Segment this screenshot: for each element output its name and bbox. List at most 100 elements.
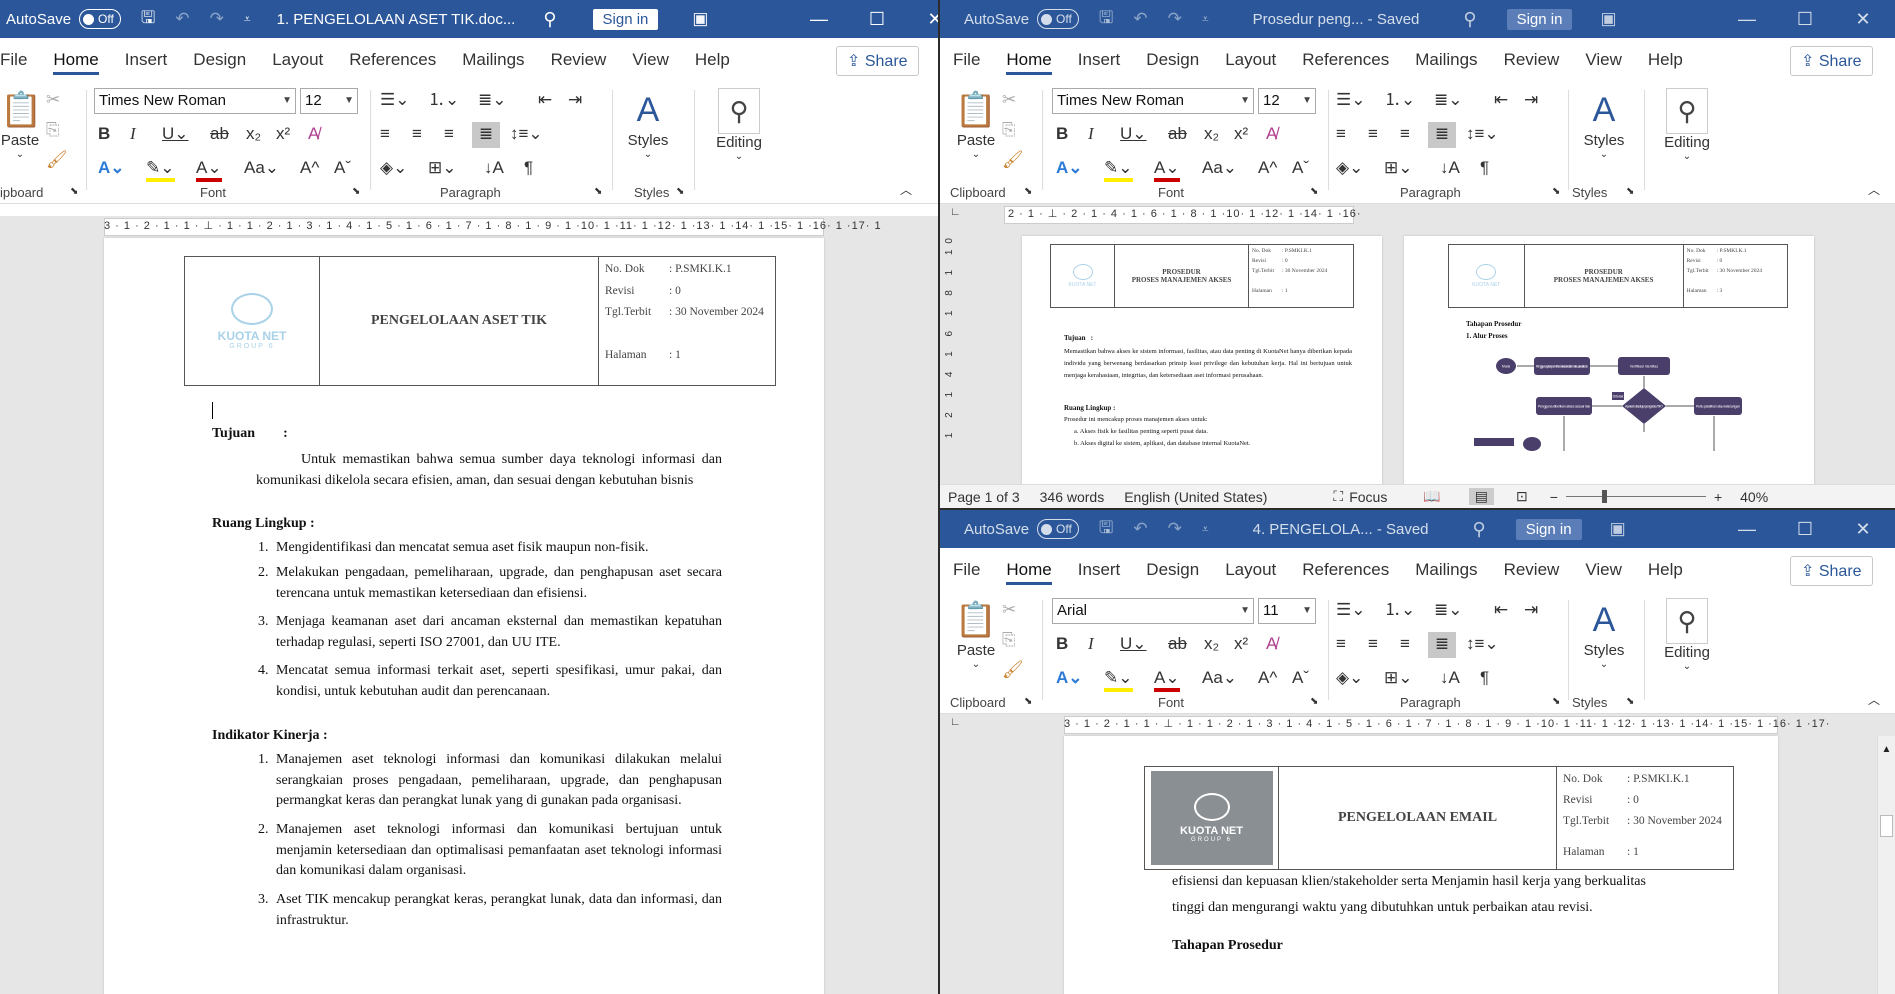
tab-layout[interactable]: Layout <box>1212 38 1289 82</box>
redo-icon[interactable]: ↷ <box>1168 9 1182 29</box>
subscript-icon[interactable]: x₂ <box>246 122 261 148</box>
format-painter-icon[interactable]: 🖌 <box>1002 658 1024 684</box>
share-button[interactable]: ⇪ Share <box>836 46 919 76</box>
tab-review[interactable]: Review <box>1491 548 1573 592</box>
text-effects-icon[interactable]: A⌄ <box>1056 666 1083 692</box>
increase-indent-icon[interactable]: ⇥ <box>568 88 582 114</box>
tab-help[interactable]: Help <box>1635 38 1696 82</box>
borders-icon[interactable]: ⊞⌄ <box>1384 156 1413 182</box>
numbering-icon[interactable]: ⒈⌄ <box>1384 88 1415 114</box>
dialog-launcher-icon[interactable]: ⬊ <box>1552 180 1560 206</box>
editing-button[interactable]: ⚲ Editing ⌄ <box>1652 598 1722 672</box>
decrease-indent-icon[interactable]: ⇤ <box>538 88 552 114</box>
tab-home[interactable]: Home <box>40 38 111 82</box>
zoom-level[interactable]: 40% <box>1740 489 1768 505</box>
vertical-ruler[interactable]: 1 2 1 4 1 6 1 8 1 10 <box>940 226 962 484</box>
paste-button[interactable]: 📋 Paste ⌄ <box>954 88 998 160</box>
collapse-ribbon-icon[interactable]: ︿ <box>1868 688 1880 714</box>
maximize-icon[interactable]: ☐ <box>1776 9 1834 30</box>
styles-button[interactable]: A Styles ⌄ <box>1576 598 1632 670</box>
bullets-icon[interactable]: ☰⌄ <box>1336 88 1365 114</box>
document-title[interactable]: 1. PENGELOLAAN ASET TIK.doc... <box>277 11 516 28</box>
align-left-icon[interactable]: ≡ <box>1336 632 1346 658</box>
text-effects-icon[interactable]: A⌄ <box>98 156 125 182</box>
shrink-font-icon[interactable]: Aˇ <box>1292 666 1309 692</box>
document-title[interactable]: 4. PENGELOLA... - Saved <box>1253 521 1429 538</box>
show-formatting-icon[interactable]: ¶ <box>1480 156 1489 182</box>
grow-font-icon[interactable]: A^ <box>300 156 319 182</box>
document-area[interactable]: KUOTA NET GROUP 6 PENGELOLAAN ASET TIK N… <box>0 238 938 994</box>
sign-in-button[interactable]: Sign in <box>592 8 659 30</box>
sign-in-button[interactable]: Sign in <box>1506 8 1573 30</box>
tab-selector-icon[interactable]: ∟ <box>950 206 961 218</box>
save-icon[interactable]: 🖫 <box>1099 515 1113 544</box>
sort-icon[interactable]: ↓A <box>484 156 504 182</box>
tab-review[interactable]: Review <box>538 38 620 82</box>
ribbon-display-icon[interactable]: ▣ <box>692 9 708 29</box>
font-size-combo[interactable]: 12 ▼ <box>1258 88 1316 114</box>
document-page[interactable]: KUOTA NET PROSEDUR PROSES MANAJEMEN AKSES… <box>1022 236 1382 496</box>
font-name-combo[interactable]: Arial ▼ <box>1052 598 1254 624</box>
sort-icon[interactable]: ↓A <box>1440 666 1460 692</box>
autosave-toggle[interactable]: Off <box>1037 9 1079 29</box>
dialog-launcher-icon[interactable]: ⬊ <box>1552 690 1560 716</box>
font-size-combo[interactable]: 12 ▼ <box>300 88 358 114</box>
tab-view[interactable]: View <box>1572 548 1635 592</box>
underline-icon[interactable]: U⌄ <box>1120 632 1147 658</box>
tab-file[interactable]: File <box>940 38 993 82</box>
line-spacing-icon[interactable]: ↕≡⌄ <box>510 122 543 148</box>
clear-formatting-icon[interactable]: A̸ <box>1266 632 1277 658</box>
decrease-indent-icon[interactable]: ⇤ <box>1494 598 1508 624</box>
numbering-icon[interactable]: ⒈⌄ <box>428 88 459 114</box>
clear-formatting-icon[interactable]: A̸ <box>308 122 319 148</box>
numbering-icon[interactable]: ⒈⌄ <box>1384 598 1415 624</box>
tab-layout[interactable]: Layout <box>1212 548 1289 592</box>
italic-icon[interactable]: I <box>1088 632 1094 658</box>
font-name-combo[interactable]: Times New Roman ▼ <box>94 88 296 114</box>
justify-icon[interactable]: ≣ <box>472 122 500 148</box>
customize-qat-icon[interactable]: ⩡ <box>244 12 251 27</box>
bold-icon[interactable]: B <box>98 122 110 148</box>
align-right-icon[interactable]: ≡ <box>444 122 454 148</box>
zoom-out-icon[interactable]: − <box>1550 489 1558 505</box>
underline-icon[interactable]: U⌄ <box>162 122 189 148</box>
dialog-launcher-icon[interactable]: ⬊ <box>1310 690 1318 716</box>
search-icon[interactable]: ⚲ <box>543 9 556 30</box>
minimize-icon[interactable]: — <box>1718 519 1776 540</box>
borders-icon[interactable]: ⊞⌄ <box>1384 666 1413 692</box>
styles-button[interactable]: A Styles ⌄ <box>1576 88 1632 160</box>
cut-icon[interactable]: ✂ <box>46 88 60 114</box>
cut-icon[interactable]: ✂ <box>1002 88 1016 114</box>
tab-design[interactable]: Design <box>1133 38 1212 82</box>
font-color-icon[interactable]: A⌄ <box>1154 156 1180 182</box>
bullets-icon[interactable]: ☰⌄ <box>380 88 409 114</box>
tab-home[interactable]: Home <box>993 38 1064 82</box>
decrease-indent-icon[interactable]: ⇤ <box>1494 88 1508 114</box>
tab-help[interactable]: Help <box>1635 548 1696 592</box>
copy-icon[interactable]: ⎘ <box>1002 628 1016 654</box>
dialog-launcher-icon[interactable]: ⬊ <box>1310 180 1318 206</box>
align-center-icon[interactable]: ≡ <box>1368 122 1378 148</box>
undo-icon[interactable]: ↶ <box>1133 519 1147 539</box>
dialog-launcher-icon[interactable]: ⬊ <box>594 180 602 206</box>
multilevel-list-icon[interactable]: ≣⌄ <box>478 88 507 114</box>
print-layout-icon[interactable]: ▤ <box>1468 488 1495 505</box>
italic-icon[interactable]: I <box>1088 122 1094 148</box>
document-page[interactable]: KUOTA NET GROUP 6 PENGELOLAAN ASET TIK N… <box>104 238 824 994</box>
horizontal-ruler[interactable]: ∟ 2 · 1 · ⊥ · 2 · 1 · 4 · 1 · 6 · 1 · 8 … <box>940 204 1895 226</box>
paste-button[interactable]: 📋 Paste ⌄ <box>954 598 998 670</box>
zoom-in-icon[interactable]: + <box>1714 489 1722 505</box>
dialog-launcher-icon[interactable]: ⬊ <box>1024 690 1032 716</box>
underline-icon[interactable]: U⌄ <box>1120 122 1147 148</box>
bullets-icon[interactable]: ☰⌄ <box>1336 598 1365 624</box>
dialog-launcher-icon[interactable]: ⬊ <box>70 180 78 206</box>
close-icon[interactable]: ✕ <box>1834 9 1892 30</box>
shrink-font-icon[interactable]: Aˇ <box>334 156 351 182</box>
horizontal-ruler[interactable]: ∟ 3 · 1 · 2 · 1 · 1 · ⊥ · 1 · 1 · 2 · 1 … <box>940 714 1895 736</box>
italic-icon[interactable]: I <box>130 122 136 148</box>
focus-icon[interactable]: ⛶ <box>1333 488 1343 505</box>
borders-icon[interactable]: ⊞⌄ <box>428 156 457 182</box>
highlight-icon[interactable]: ✎⌄ <box>146 156 175 182</box>
font-color-icon[interactable]: A⌄ <box>196 156 222 182</box>
subscript-icon[interactable]: x₂ <box>1204 122 1219 148</box>
